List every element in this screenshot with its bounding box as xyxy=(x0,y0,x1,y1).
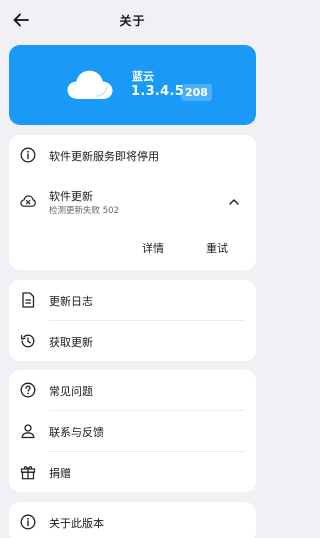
list-item-get-update[interactable]: 获取更新 xyxy=(9,321,256,361)
back-button[interactable] xyxy=(11,10,31,30)
app-name: 蓝云 xyxy=(132,70,154,83)
person-icon xyxy=(20,423,36,439)
help-icon xyxy=(20,382,36,398)
history-icon xyxy=(20,333,36,349)
log-card: 更新日志 获取更新 xyxy=(9,280,256,361)
document-icon xyxy=(20,292,36,308)
service-notice-label: 软件更新服务即将停用 xyxy=(49,150,159,163)
app-hero-banner: 蓝云 1.3.4.5 208 xyxy=(9,45,256,125)
list-item-faq[interactable]: 常见问题 xyxy=(9,370,256,410)
cloud-icon xyxy=(67,70,113,100)
info-icon xyxy=(20,514,36,530)
service-notice-row[interactable]: 软件更新服务即将停用 xyxy=(9,135,256,176)
details-button[interactable]: 详情 xyxy=(142,240,164,256)
retry-button[interactable]: 重试 xyxy=(206,240,228,256)
chevron-up-icon[interactable] xyxy=(228,195,240,207)
software-update-row[interactable]: 软件更新 检测更新失败 502 xyxy=(9,176,256,226)
list-item-contact[interactable]: 联系与反馈 xyxy=(9,411,256,451)
build-badge: 208 xyxy=(181,84,212,101)
changelog-label: 更新日志 xyxy=(49,295,93,308)
update-status: 检测更新失败 502 xyxy=(49,206,119,216)
help-card: 常见问题 联系与反馈 捐赠 xyxy=(9,370,256,492)
list-item-changelog[interactable]: 更新日志 xyxy=(9,280,256,320)
info-icon xyxy=(20,147,36,163)
page-title: 关于 xyxy=(119,13,146,28)
software-update-label: 软件更新 xyxy=(49,190,93,203)
donate-label: 捐赠 xyxy=(49,467,71,480)
list-item-about-version[interactable]: 关于此版本 xyxy=(9,502,256,538)
cloud-error-icon xyxy=(20,193,36,209)
arrow-left-icon xyxy=(13,13,29,27)
app-version: 1.3.4.5 xyxy=(131,84,185,99)
about-card: 关于此版本 xyxy=(9,502,256,538)
gift-icon xyxy=(20,464,36,480)
top-bar: 关于 xyxy=(0,0,265,40)
list-item-donate[interactable]: 捐赠 xyxy=(9,452,256,492)
faq-label: 常见问题 xyxy=(49,385,93,398)
contact-label: 联系与反馈 xyxy=(49,426,104,439)
about-version-label: 关于此版本 xyxy=(49,517,104,530)
update-card: 软件更新服务即将停用 软件更新 检测更新失败 502 详情 重试 xyxy=(9,135,256,270)
get-update-label: 获取更新 xyxy=(49,336,93,349)
